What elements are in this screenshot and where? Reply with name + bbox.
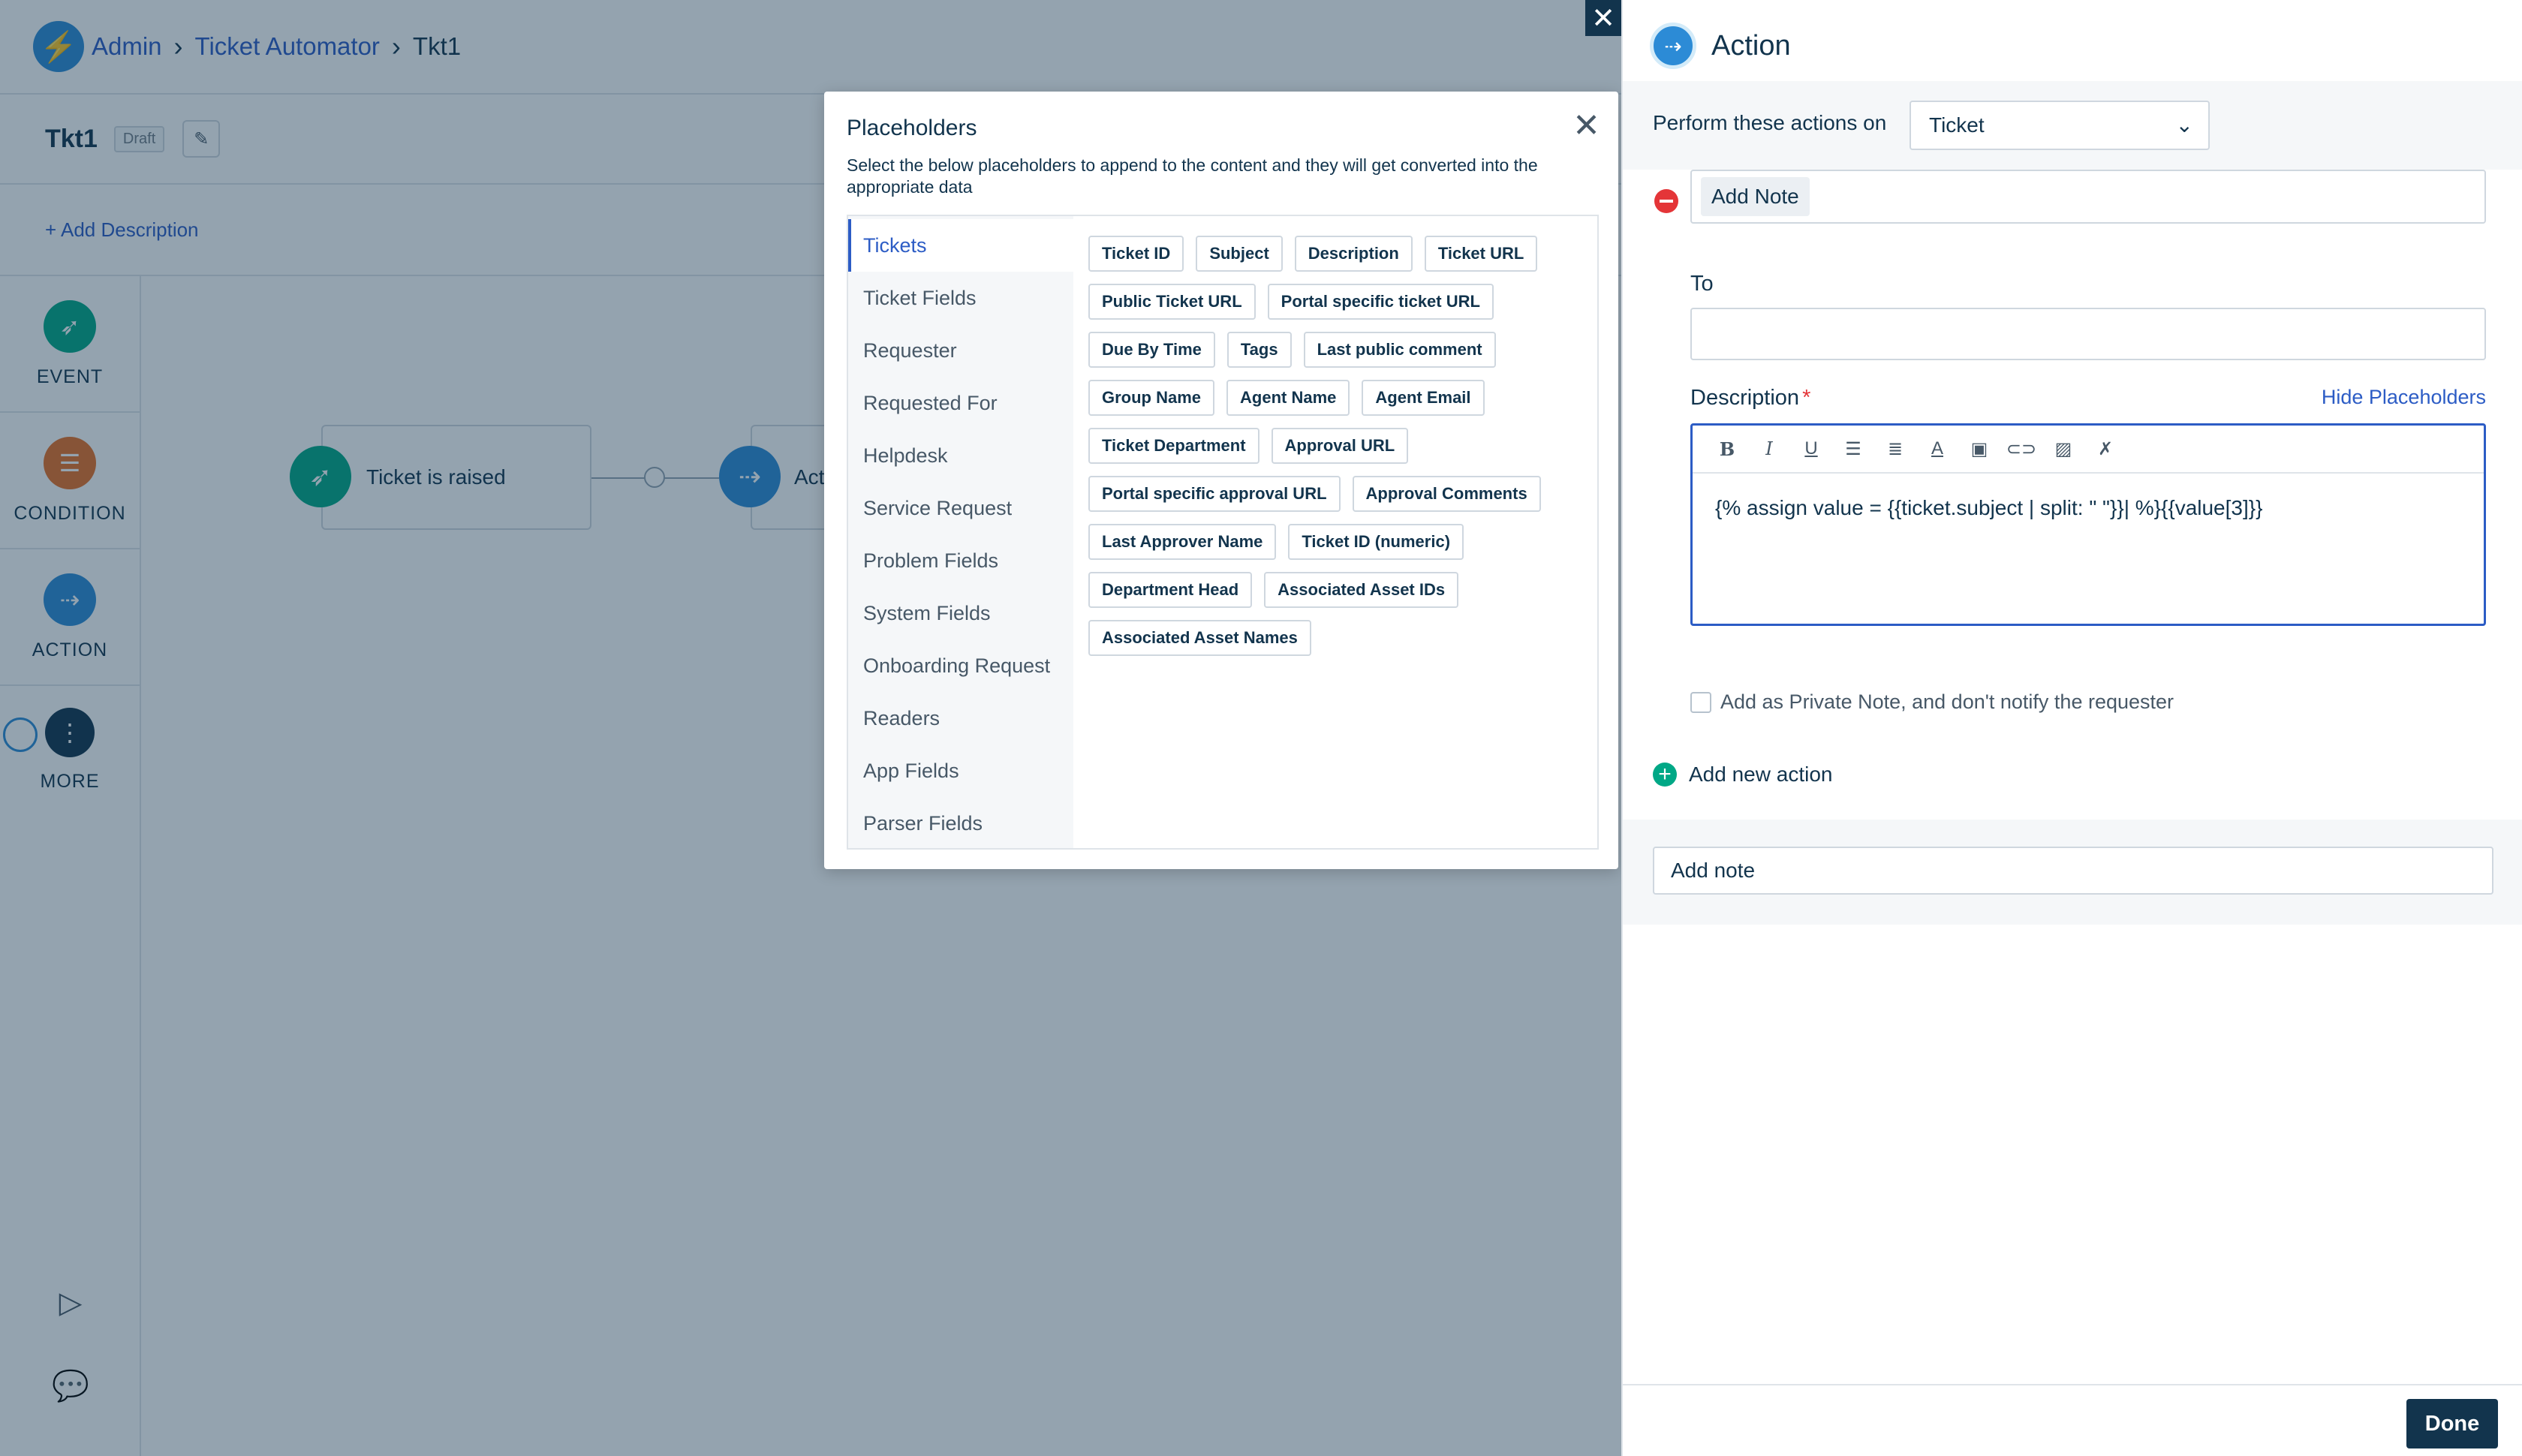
- category-problem-fields[interactable]: Problem Fields: [848, 534, 1073, 587]
- close-icon: ✕: [1591, 2, 1615, 35]
- placeholder-chips: Ticket ID Subject Description Ticket URL…: [1073, 216, 1597, 848]
- action-icon: ⇢: [1650, 23, 1696, 69]
- category-ticket-fields[interactable]: Ticket Fields: [848, 272, 1073, 324]
- category-requested-for[interactable]: Requested For: [848, 377, 1073, 429]
- font-color-icon[interactable]: A: [1916, 434, 1958, 464]
- link-icon[interactable]: ⊂⊃: [2000, 434, 2042, 464]
- editor-content[interactable]: {% assign value = {{ticket.subject | spl…: [1693, 474, 2484, 520]
- hide-placeholders-link[interactable]: Hide Placeholders: [2322, 386, 2486, 409]
- modal-title: Placeholders: [847, 116, 977, 140]
- placeholder-categories: Tickets Ticket Fields Requester Requeste…: [848, 216, 1073, 848]
- placeholder-chip[interactable]: Tags: [1226, 332, 1292, 368]
- modal-close-icon[interactable]: ✕: [1572, 110, 1600, 143]
- category-requester[interactable]: Requester: [848, 324, 1073, 377]
- description-editor[interactable]: B I U ☰ ≣ A ▣ ⊂⊃ ▨ ✗ {% assign value = {…: [1690, 423, 2486, 626]
- placeholder-chip[interactable]: Last Approver Name: [1088, 524, 1277, 560]
- close-panel-button[interactable]: ✕: [1585, 0, 1621, 36]
- placeholder-chip[interactable]: Agent Email: [1362, 380, 1485, 416]
- placeholder-chip[interactable]: Public Ticket URL: [1088, 284, 1256, 320]
- chevron-down-icon: ⌄: [2175, 113, 2193, 137]
- modal-subtitle: Select the below placeholders to append …: [847, 155, 1538, 197]
- placeholder-chip[interactable]: Portal specific ticket URL: [1267, 284, 1494, 320]
- to-input[interactable]: [1690, 308, 2486, 360]
- placeholder-chip[interactable]: Ticket ID (numeric): [1288, 524, 1464, 560]
- placeholders-modal: Placeholders ✕ Select the below placehol…: [824, 92, 1618, 869]
- add-new-action-button[interactable]: + Add new action: [1653, 763, 1832, 787]
- placeholder-chip[interactable]: Associated Asset Names: [1088, 620, 1311, 656]
- bullet-list-icon[interactable]: ☰: [1832, 434, 1874, 464]
- placeholder-chip[interactable]: Last public comment: [1303, 332, 1496, 368]
- category-app-fields[interactable]: App Fields: [848, 745, 1073, 797]
- placeholder-chip[interactable]: Associated Asset IDs: [1264, 572, 1459, 608]
- private-note-checkbox[interactable]: [1690, 691, 1711, 713]
- perform-on-select[interactable]: Ticket ⌄: [1910, 101, 2210, 150]
- image-icon[interactable]: ▨: [2042, 434, 2084, 464]
- panel-title: Action: [1711, 29, 1791, 62]
- private-note-row[interactable]: Add as Private Note, and don't notify th…: [1690, 690, 2174, 714]
- action-panel: ⇢ Action Perform these actions on Ticket…: [1621, 0, 2522, 1456]
- placeholder-chip[interactable]: Subject: [1196, 236, 1283, 272]
- bold-icon[interactable]: B: [1706, 434, 1748, 464]
- add-new-action-label: Add new action: [1689, 763, 1833, 786]
- placeholder-chip[interactable]: Due By Time: [1088, 332, 1215, 368]
- placeholder-chip[interactable]: Group Name: [1088, 380, 1215, 416]
- placeholder-chip[interactable]: Agent Name: [1226, 380, 1350, 416]
- placeholder-chip[interactable]: Department Head: [1088, 572, 1253, 608]
- category-onboarding-request[interactable]: Onboarding Request: [848, 639, 1073, 692]
- action-type-tag: Add Note: [1701, 177, 1810, 216]
- category-service-request[interactable]: Service Request: [848, 482, 1073, 534]
- placeholder-chip[interactable]: Approval Comments: [1352, 476, 1541, 512]
- placeholder-chip[interactable]: Ticket ID: [1088, 236, 1184, 272]
- background-color-icon[interactable]: ▣: [1958, 434, 2000, 464]
- panel-header: ⇢ Action: [1650, 23, 1791, 69]
- action-type-select[interactable]: Add Note: [1690, 170, 2486, 224]
- category-readers[interactable]: Readers: [848, 692, 1073, 745]
- category-helpdesk[interactable]: Helpdesk: [848, 429, 1073, 482]
- category-tickets[interactable]: Tickets: [848, 219, 1073, 272]
- done-button[interactable]: Done: [2406, 1399, 2498, 1448]
- placeholder-chip[interactable]: Ticket URL: [1424, 236, 1538, 272]
- node-name-input[interactable]: Add note: [1653, 847, 2493, 895]
- underline-icon[interactable]: U: [1790, 434, 1832, 464]
- placeholder-chip[interactable]: Approval URL: [1271, 428, 1409, 464]
- clear-format-icon[interactable]: ✗: [2084, 434, 2126, 464]
- placeholder-chip[interactable]: Portal specific approval URL: [1088, 476, 1341, 512]
- private-note-label: Add as Private Note, and don't notify th…: [1720, 690, 2174, 713]
- panel-footer: Done: [1623, 1384, 2522, 1456]
- category-parser-fields[interactable]: Parser Fields: [848, 797, 1073, 850]
- to-label: To: [1690, 272, 1714, 296]
- category-system-fields[interactable]: System Fields: [848, 587, 1073, 639]
- action-card: Add Note To Description * Hide Placeholde…: [1623, 170, 2522, 820]
- perform-on-value: Ticket: [1929, 113, 1985, 137]
- placeholder-chip[interactable]: Ticket Department: [1088, 428, 1259, 464]
- remove-action-icon[interactable]: [1654, 189, 1678, 213]
- numbered-list-icon[interactable]: ≣: [1874, 434, 1916, 464]
- placeholders-body: Tickets Ticket Fields Requester Requeste…: [847, 215, 1599, 850]
- placeholder-chip[interactable]: Description: [1294, 236, 1413, 272]
- description-label: Description *: [1690, 386, 1811, 410]
- perform-on-label: Perform these actions on: [1653, 111, 1887, 134]
- italic-icon[interactable]: I: [1748, 434, 1790, 464]
- plus-icon: +: [1653, 763, 1677, 787]
- editor-toolbar: B I U ☰ ≣ A ▣ ⊂⊃ ▨ ✗: [1693, 426, 2484, 474]
